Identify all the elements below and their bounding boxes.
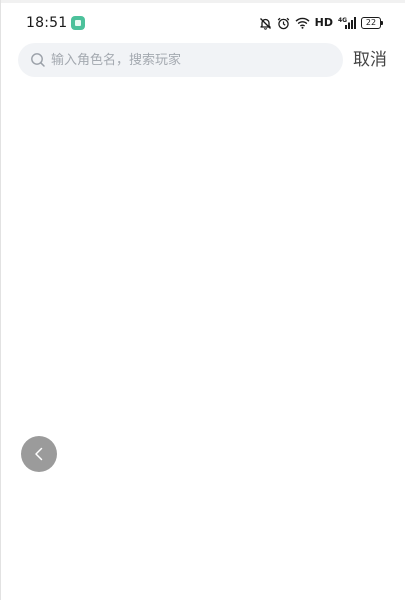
status-icons: HD 4G 22 bbox=[259, 13, 383, 33]
search-player-screen: 18:51 HD 4G 22 输入角色名，搜索玩家 取消 bbox=[0, 0, 405, 600]
battery-icon: 22 bbox=[361, 17, 383, 29]
mute-bell-icon bbox=[259, 17, 272, 30]
cancel-button[interactable]: 取消 bbox=[353, 48, 387, 72]
app-notification-icon bbox=[71, 16, 85, 30]
left-edge-divider bbox=[0, 0, 1, 600]
top-edge-divider bbox=[0, 0, 405, 3]
signal-4g-label: 4G bbox=[338, 17, 347, 24]
chevron-left-icon bbox=[35, 447, 43, 461]
search-bar bbox=[18, 43, 343, 77]
search-icon bbox=[31, 53, 45, 67]
search-input[interactable] bbox=[51, 45, 321, 75]
battery-level: 22 bbox=[365, 18, 377, 27]
back-button[interactable] bbox=[21, 436, 57, 472]
alarm-icon bbox=[277, 17, 290, 30]
signal-icon: 4G bbox=[338, 16, 356, 30]
wifi-icon bbox=[295, 17, 310, 29]
network-hd-label: HD bbox=[314, 16, 333, 29]
status-time: 18:51 bbox=[26, 15, 68, 31]
status-bar: 18:51 HD 4G 22 bbox=[0, 8, 405, 38]
